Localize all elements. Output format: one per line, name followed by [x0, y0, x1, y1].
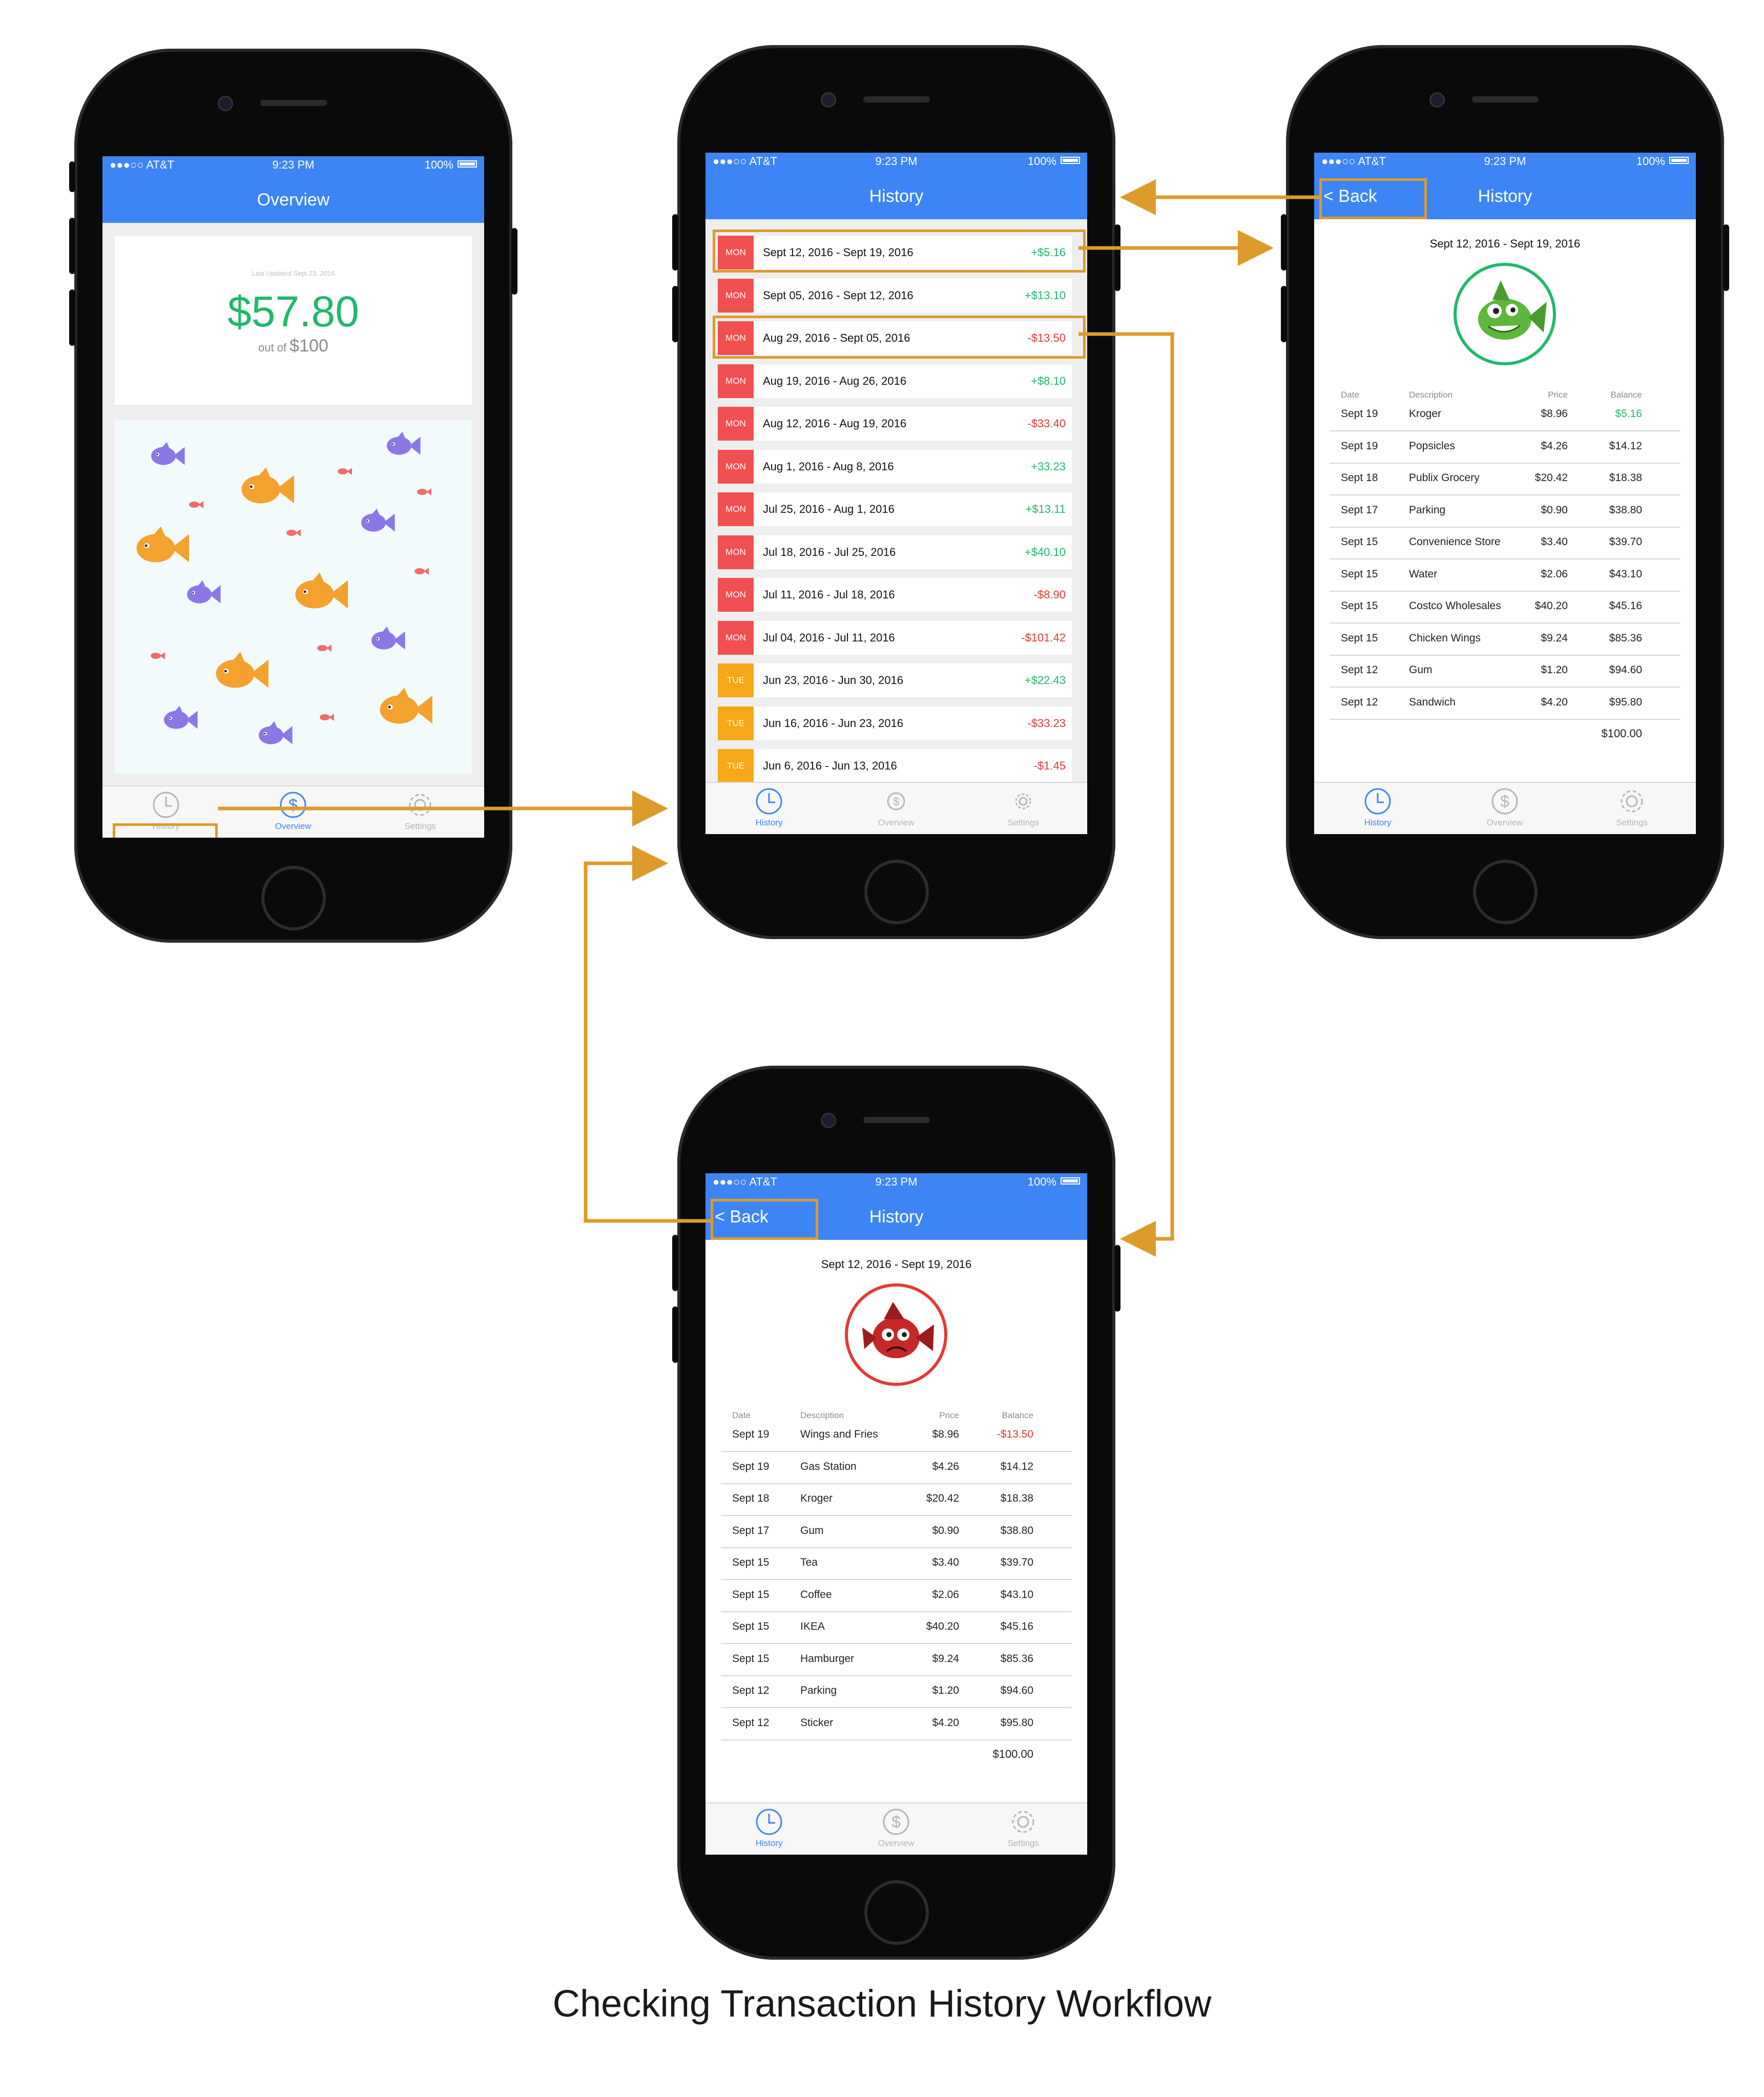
diagram-caption: Checking Transaction History Workflow: [552, 1982, 1212, 2025]
arrow-history-to-detail-negative: [1078, 332, 1174, 1257]
arrow-detail-negative-back: [584, 845, 713, 1223]
flow-arrows: [218, 179, 1322, 1257]
